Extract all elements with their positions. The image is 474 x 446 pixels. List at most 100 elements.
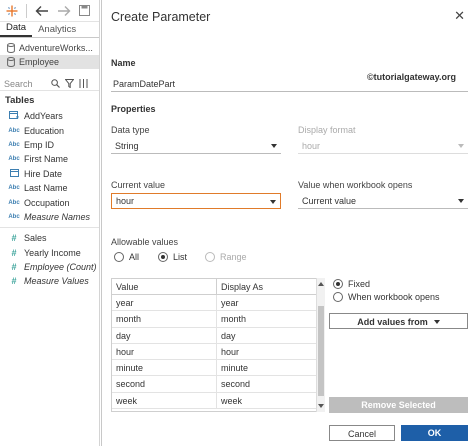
when-workbook-opens-dropdown[interactable]: Current value <box>298 193 468 209</box>
field-last-name[interactable]: Abc Last Name <box>0 181 99 195</box>
allowable-range-radio: Range <box>205 252 247 262</box>
radio-circle <box>114 252 124 262</box>
display-as-cell[interactable]: year <box>217 295 243 310</box>
table-row[interactable]: minute minute <box>112 360 324 377</box>
datasource-adventureworks[interactable]: AdventureWorks... <box>0 41 99 55</box>
field-label: Hire Date <box>24 168 63 179</box>
tab-data[interactable]: Data <box>0 22 33 37</box>
scroll-up-icon[interactable] <box>318 282 324 286</box>
close-icon[interactable]: ✕ <box>454 8 465 24</box>
display-as-cell[interactable]: month <box>217 311 250 326</box>
view-data-icon[interactable] <box>79 79 88 88</box>
field-label: Yearly Income <box>24 247 81 258</box>
field-emp-id[interactable]: Abc Emp ID <box>0 138 99 152</box>
tables-heading: Tables <box>5 95 35 106</box>
field-yearly-income[interactable]: # Yearly Income <box>0 246 99 260</box>
svg-text:=: = <box>16 115 19 119</box>
create-parameter-dialog: Create Parameter ✕ Name ParamDatePart ©t… <box>101 0 474 446</box>
add-values-from-button[interactable]: Add values from <box>329 313 468 329</box>
display-format-label: Display format <box>298 125 356 135</box>
display-as-cell[interactable]: minute <box>217 360 252 375</box>
display-as-cell[interactable]: day <box>217 328 240 343</box>
value-cell[interactable]: minute <box>112 360 217 376</box>
dimension-list: = AddYears Abc Education Abc Emp ID Abc … <box>0 109 99 224</box>
chevron-down-icon <box>270 200 276 204</box>
ok-button[interactable]: OK <box>401 425 468 441</box>
display-as-cell[interactable]: second <box>217 376 254 391</box>
radio-circle <box>158 252 168 262</box>
when-workbook-opens-radio[interactable]: When workbook opens <box>333 292 440 302</box>
current-value-dropdown[interactable]: hour <box>111 193 281 209</box>
field-search-input[interactable]: Search <box>4 79 46 89</box>
tableau-logo-icon[interactable] <box>6 5 18 17</box>
allowable-all-radio[interactable]: All <box>114 252 139 262</box>
display-format-dropdown: hour <box>298 138 468 154</box>
table-row[interactable]: week week <box>112 392 324 410</box>
value-cell[interactable]: hour <box>112 343 217 360</box>
radio-label: Range <box>220 252 247 262</box>
column-header-display-as: Display As <box>221 282 264 292</box>
fixed-radio[interactable]: Fixed <box>333 279 370 289</box>
table-header: Value Display As <box>112 279 324 295</box>
value-cell[interactable]: month <box>112 311 217 327</box>
forward-arrow-icon[interactable] <box>57 5 71 17</box>
calendar-icon <box>8 168 20 179</box>
radio-circle <box>333 279 343 289</box>
value-cell[interactable]: year <box>112 295 217 311</box>
search-icon[interactable] <box>51 79 60 88</box>
save-icon[interactable] <box>79 5 90 16</box>
display-as-cell[interactable]: hour <box>217 344 243 359</box>
field-measure-values[interactable]: # Measure Values <box>0 274 99 288</box>
column-header-value: Value <box>112 279 217 294</box>
number-type-icon: # <box>11 276 17 287</box>
string-type-icon: Abc <box>8 185 20 192</box>
display-as-cell[interactable]: week <box>217 393 246 408</box>
field-employee-count[interactable]: # Employee (Count) <box>0 260 99 274</box>
dialog-title: Create Parameter <box>111 10 211 24</box>
back-arrow-icon[interactable] <box>35 5 49 17</box>
scroll-thumb[interactable] <box>318 306 324 396</box>
table-row[interactable]: month month <box>112 311 324 328</box>
field-addyears[interactable]: = AddYears <box>0 109 99 123</box>
field-sales[interactable]: # Sales <box>0 231 99 245</box>
display-format-value: hour <box>302 141 321 151</box>
field-education[interactable]: Abc Education <box>0 123 99 137</box>
datasource-employee[interactable]: Employee <box>0 55 99 69</box>
table-row[interactable]: day day <box>112 327 324 344</box>
tab-analytics[interactable]: Analytics <box>32 24 82 37</box>
cancel-button[interactable]: Cancel <box>329 425 395 441</box>
value-cell[interactable]: second <box>112 376 217 392</box>
datasource-label: AdventureWorks... <box>19 43 93 53</box>
calculated-date-icon: = <box>8 111 20 121</box>
value-cell[interactable]: day <box>112 327 217 343</box>
button-label: Add values from <box>357 317 428 327</box>
field-hire-date[interactable]: Hire Date <box>0 167 99 181</box>
when-workbook-opens-value: Current value <box>302 196 357 206</box>
excel-source-icon <box>7 57 15 67</box>
field-measure-names[interactable]: Abc Measure Names <box>0 210 99 224</box>
allowable-list-radio[interactable]: List <box>158 252 187 262</box>
table-row[interactable]: second second <box>112 376 324 393</box>
string-type-icon: Abc <box>8 141 20 148</box>
current-value-label: Current value <box>111 180 166 190</box>
filter-icon[interactable] <box>65 79 74 88</box>
scroll-down-icon[interactable] <box>318 404 324 408</box>
field-first-name[interactable]: Abc First Name <box>0 152 99 166</box>
value-cell[interactable]: week <box>112 392 217 409</box>
data-type-value: String <box>115 141 139 151</box>
data-type-label: Data type <box>111 125 150 135</box>
field-label: AddYears <box>24 111 63 122</box>
properties-label: Properties <box>111 104 156 114</box>
number-type-icon: # <box>11 262 17 273</box>
field-label: Sales <box>24 233 47 244</box>
pane-tabs: Data Analytics <box>0 22 99 38</box>
chevron-down-icon <box>433 320 440 324</box>
data-type-dropdown[interactable]: String <box>111 138 281 154</box>
table-scrollbar[interactable] <box>316 278 325 412</box>
string-type-icon: Abc <box>8 156 20 163</box>
field-label: Emp ID <box>24 139 55 150</box>
table-row[interactable]: hour hour <box>112 343 324 361</box>
table-row[interactable]: year year <box>112 295 324 312</box>
field-occupation[interactable]: Abc Occupation <box>0 195 99 209</box>
field-label: Measure Names <box>24 211 91 222</box>
